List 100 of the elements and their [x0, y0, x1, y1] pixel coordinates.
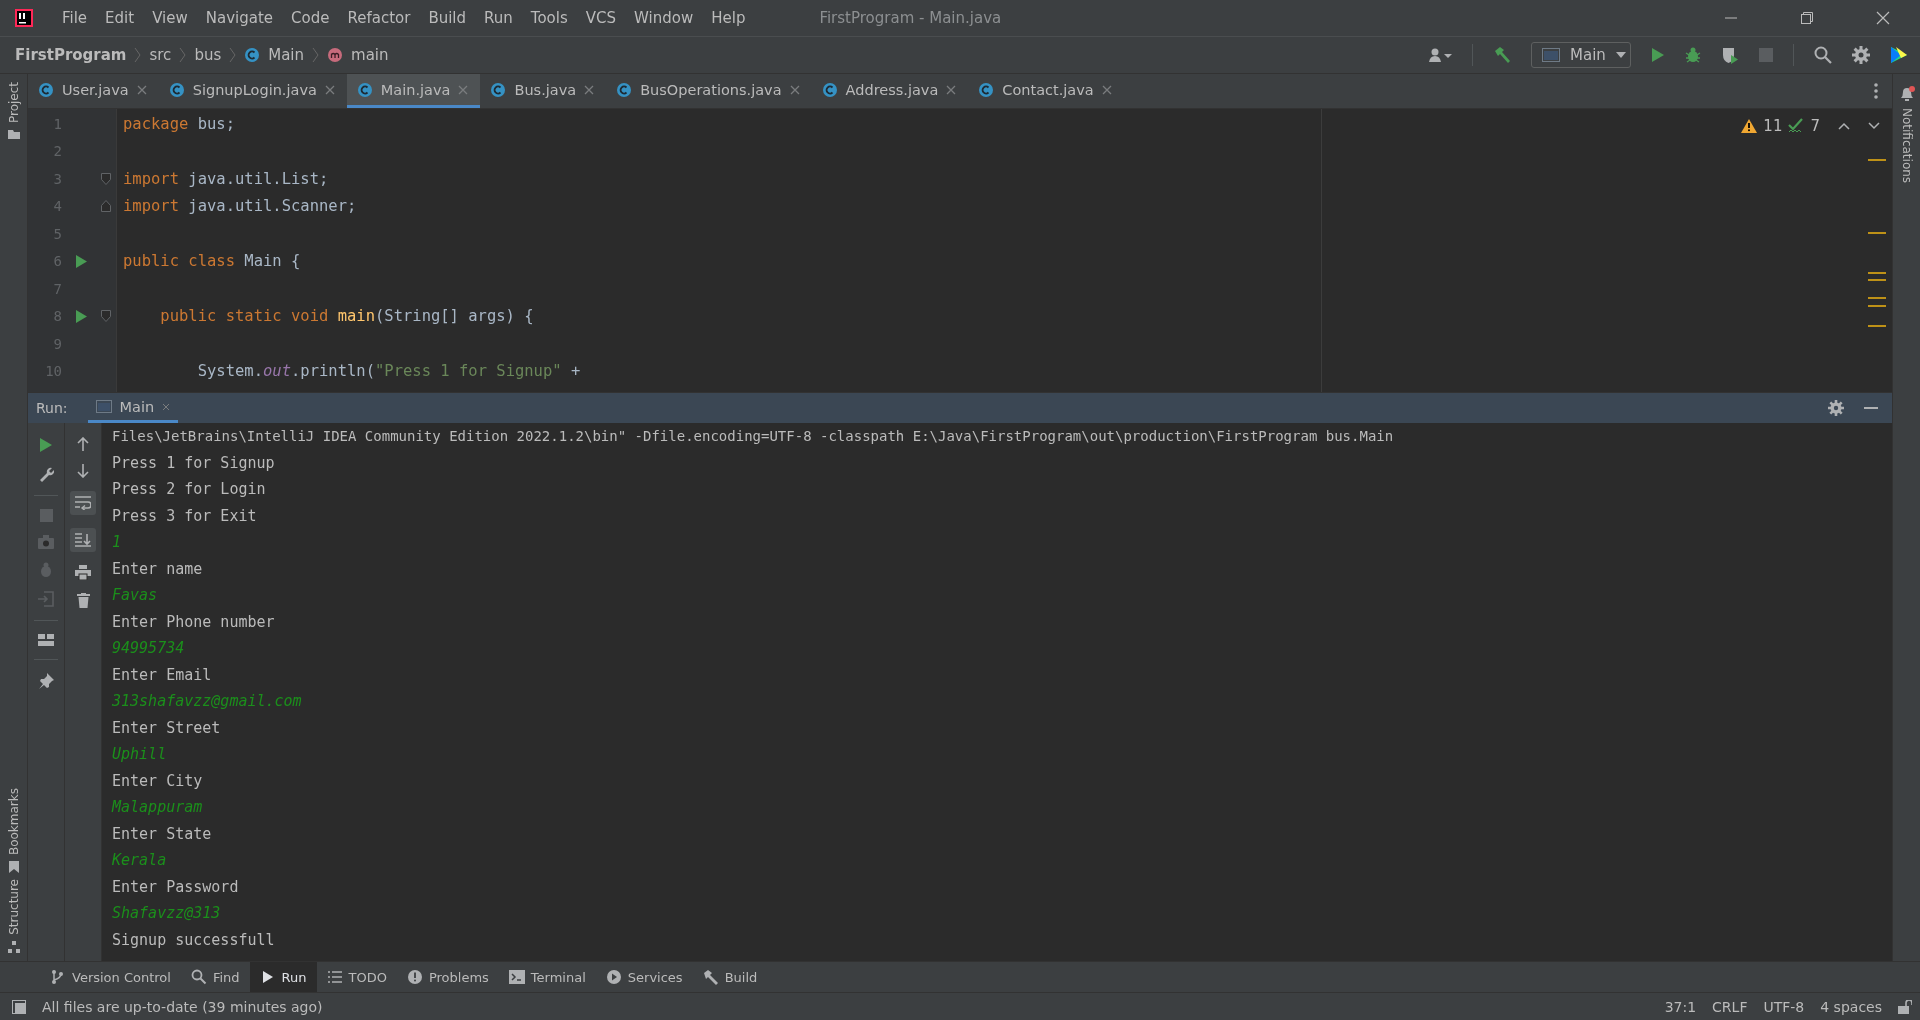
code-line: System.out.println("Press 1 for Signup" +: [196, 362, 581, 381]
plugin-logo-icon[interactable]: [1890, 46, 1908, 64]
bookmark-icon[interactable]: [8, 861, 19, 874]
pin-icon[interactable]: [38, 673, 54, 689]
run-icon[interactable]: [1651, 47, 1665, 63]
breadcrumb[interactable]: bus: [194, 46, 222, 64]
user-icon[interactable]: [1428, 47, 1452, 63]
settings-icon[interactable]: [1828, 400, 1844, 416]
window-icon: [95, 400, 112, 413]
console-line: Enter State: [112, 823, 212, 845]
console-line: Enter City: [112, 770, 203, 792]
editor-tab[interactable]: BusOperations.java: [606, 74, 812, 108]
fold-icon[interactable]: [101, 172, 111, 185]
tool-window-tab[interactable]: Find: [180, 962, 250, 992]
list-icon: [326, 969, 343, 985]
close-icon[interactable]: [1876, 11, 1890, 25]
menu-item[interactable]: Run: [475, 9, 522, 27]
console-line: Signup successfull: [112, 929, 275, 951]
typo-count[interactable]: 7: [1810, 117, 1820, 135]
tool-window-tab[interactable]: TODO: [316, 962, 397, 992]
fold-icon[interactable]: [101, 310, 111, 323]
close-icon[interactable]: [584, 84, 595, 95]
panel-toggle-icon[interactable]: [12, 999, 26, 1014]
close-icon[interactable]: [789, 84, 800, 95]
lock-icon[interactable]: [1898, 999, 1912, 1014]
menu-item[interactable]: Build: [419, 9, 476, 27]
editor-tab[interactable]: User.java: [28, 74, 159, 108]
menu-item[interactable]: Window: [625, 9, 703, 27]
restore-icon[interactable]: [1800, 11, 1814, 25]
menu-item[interactable]: Help: [702, 9, 755, 27]
editor-tab[interactable]: Main.java: [346, 74, 481, 108]
run-icon[interactable]: [76, 309, 87, 323]
arrow-up-icon[interactable]: [77, 437, 89, 451]
close-icon[interactable]: [946, 84, 957, 95]
close-icon[interactable]: [324, 84, 335, 95]
close-icon[interactable]: [136, 84, 147, 95]
code-line: public class Main {: [123, 252, 301, 271]
warning-count[interactable]: 11: [1763, 117, 1783, 135]
chevron-up-icon[interactable]: [1838, 122, 1850, 130]
chevron-icon: [312, 47, 320, 63]
tool-window-tab[interactable]: Run: [249, 962, 317, 992]
status-item[interactable]: CRLF: [1712, 998, 1748, 1015]
breadcrumb[interactable]: src: [149, 46, 172, 64]
console-line: Press 2 for Login: [112, 479, 266, 500]
settings-icon[interactable]: [1852, 46, 1870, 64]
layout-icon[interactable]: [38, 634, 54, 646]
menu-item[interactable]: Code: [282, 9, 339, 27]
menu-item[interactable]: Navigate: [196, 9, 283, 27]
chevron-icon: [134, 47, 142, 63]
editor-tab[interactable]: Bus.java: [480, 74, 607, 108]
breadcrumb[interactable]: main: [351, 46, 389, 64]
tool-window-tab[interactable]: Version Control: [40, 962, 181, 992]
coverage-icon[interactable]: [1721, 46, 1739, 64]
tool-window-tab[interactable]: Services: [595, 962, 693, 992]
console-line: Enter Street: [112, 717, 221, 739]
status-item[interactable]: UTF-8: [1763, 998, 1805, 1015]
editor-tab[interactable]: Address.java: [811, 74, 969, 108]
tool-window-button[interactable]: Project: [6, 82, 21, 124]
chevron-down-icon[interactable]: [1868, 122, 1880, 130]
structure-icon[interactable]: [7, 941, 20, 953]
menu-item[interactable]: VCS: [576, 9, 626, 27]
rerun-icon[interactable]: [39, 437, 53, 453]
bug-icon[interactable]: [1685, 47, 1701, 63]
class-icon: [38, 81, 54, 98]
close-icon[interactable]: [162, 402, 171, 411]
more-icon[interactable]: [1874, 83, 1878, 99]
tool-window-button[interactable]: Bookmarks: [6, 788, 21, 856]
folder-icon[interactable]: [7, 129, 20, 140]
soft-wrap-button[interactable]: [70, 491, 96, 515]
run-configuration-dropdown[interactable]: Main: [1531, 42, 1631, 68]
arrow-down-icon[interactable]: [77, 464, 89, 478]
status-item[interactable]: 37:1: [1664, 998, 1697, 1015]
menu-item[interactable]: File: [53, 9, 97, 27]
tool-window-tab[interactable]: Build: [692, 962, 768, 992]
tool-window-button[interactable]: Structure: [6, 879, 21, 935]
menu-item[interactable]: Tools: [521, 9, 577, 27]
camera-icon[interactable]: [38, 535, 54, 549]
editor-tab[interactable]: Contact.java: [968, 74, 1124, 108]
status-item[interactable]: 4 spaces: [1820, 998, 1882, 1015]
breadcrumb[interactable]: Main: [268, 46, 305, 64]
trash-icon[interactable]: [76, 593, 90, 608]
scroll-to-end-button[interactable]: [70, 528, 96, 552]
tool-window-tab[interactable]: Terminal: [498, 962, 596, 992]
close-icon[interactable]: [1101, 84, 1112, 95]
run-icon[interactable]: [76, 254, 87, 268]
print-icon[interactable]: [75, 565, 91, 580]
hammer-icon[interactable]: [1493, 46, 1511, 64]
branch-icon: [50, 969, 66, 985]
search-icon[interactable]: [1814, 46, 1832, 64]
typo-icon: [1788, 118, 1805, 134]
tool-window-button[interactable]: Notifications: [1899, 108, 1914, 184]
menu-item[interactable]: View: [143, 9, 197, 27]
breadcrumb[interactable]: FirstProgram: [15, 46, 127, 64]
menu-item[interactable]: Edit: [96, 9, 144, 27]
editor-tab[interactable]: SignupLogin.java: [158, 74, 347, 108]
menu-item[interactable]: Refactor: [338, 9, 420, 27]
tool-window-tab[interactable]: Problems: [396, 962, 499, 992]
wrench-icon[interactable]: [38, 466, 54, 482]
fold-icon[interactable]: [101, 200, 111, 213]
bell-icon[interactable]: [1898, 86, 1915, 102]
